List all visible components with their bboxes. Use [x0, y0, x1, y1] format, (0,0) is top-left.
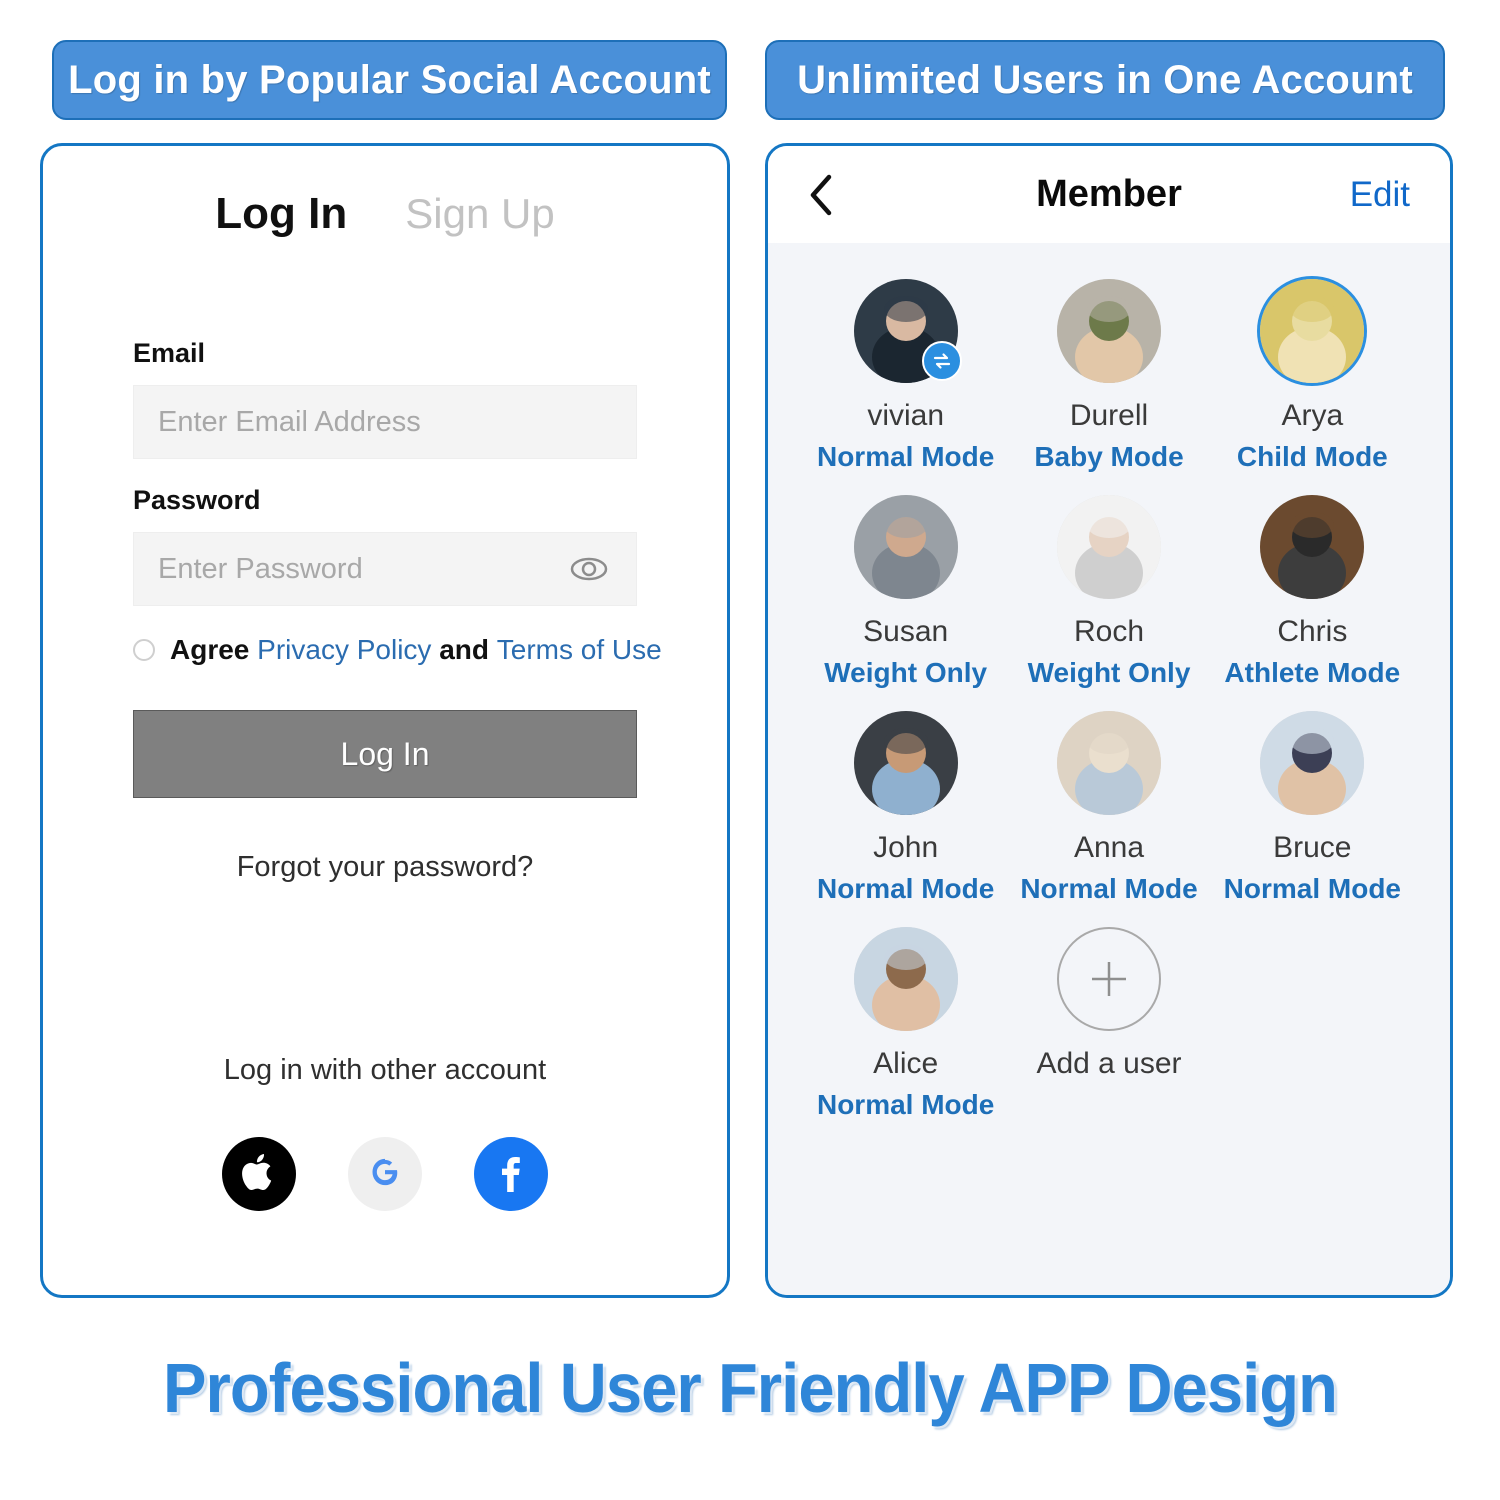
- member-cell[interactable]: Anna Normal Mode: [1007, 703, 1210, 905]
- member-mode: Weight Only: [824, 657, 988, 688]
- member-name: vivian: [867, 399, 945, 432]
- facebook-icon: [491, 1150, 531, 1199]
- password-label: Password: [133, 485, 261, 515]
- google-login-button[interactable]: [348, 1137, 422, 1211]
- member-name: Durell: [1069, 399, 1149, 432]
- avatar-wrap: [853, 927, 958, 1031]
- swap-badge-icon[interactable]: [921, 341, 962, 381]
- member-cell[interactable]: Alice Normal Mode: [804, 919, 1007, 1121]
- page-root: Log in by Popular Social Account Unlimit…: [0, 0, 1500, 1500]
- member-mode: Athlete Mode: [1224, 657, 1401, 688]
- avatar[interactable]: [1056, 279, 1161, 383]
- member-grid: vivian Normal Mode Durell Baby Mode Arya Chil…: [804, 271, 1414, 1121]
- member-mode: Normal Mode: [816, 441, 995, 472]
- forgot-password-link[interactable]: Forgot your password?: [133, 851, 637, 884]
- member-cell[interactable]: Susan Weight Only: [804, 487, 1007, 689]
- member-name: Chris: [1277, 615, 1348, 648]
- other-account-label: Log in with other account: [223, 1054, 547, 1086]
- avatar[interactable]: [1056, 711, 1161, 815]
- member-cell[interactable]: Durell Baby Mode: [1007, 271, 1210, 473]
- apple-icon: [240, 1150, 278, 1199]
- member-mode: Normal Mode: [816, 1089, 995, 1120]
- banner-right-title: Unlimited Users in One Account: [765, 40, 1445, 120]
- member-mode: Child Mode: [1236, 441, 1388, 472]
- member-mode: Weight Only: [1027, 657, 1191, 688]
- member-mode: Normal Mode: [1020, 873, 1198, 904]
- member-name: Susan: [863, 615, 949, 648]
- member-cell[interactable]: Arya Child Mode: [1211, 271, 1414, 473]
- edit-button[interactable]: Edit: [1350, 175, 1410, 215]
- avatar-wrap: [1056, 279, 1161, 383]
- privacy-policy-link[interactable]: Privacy Policy: [257, 634, 431, 665]
- back-chevron-icon[interactable]: [808, 173, 834, 217]
- banner-left-title: Log in by Popular Social Account: [52, 40, 727, 120]
- member-cell[interactable]: Roch Weight Only: [1007, 487, 1210, 689]
- member-header: Member Edit: [768, 146, 1450, 243]
- agree-checkbox[interactable]: [133, 639, 155, 661]
- member-screen-panel: Member Edit vivian Normal Mode Durell Baby …: [765, 143, 1453, 1298]
- email-label: Email: [133, 338, 206, 368]
- apple-login-button[interactable]: [222, 1137, 296, 1211]
- avatar[interactable]: [1260, 711, 1365, 815]
- avatar[interactable]: [1260, 279, 1365, 383]
- tab-sign-up[interactable]: Sign Up: [405, 190, 554, 238]
- member-name: Bruce: [1273, 831, 1352, 864]
- agree-conjunction: and: [431, 634, 497, 665]
- add-user-button[interactable]: [1056, 927, 1161, 1031]
- email-placeholder: Enter Email Address: [158, 405, 421, 438]
- avatar[interactable]: [1056, 495, 1161, 599]
- member-cell[interactable]: vivian Normal Mode: [804, 271, 1007, 473]
- plus-icon: [1091, 962, 1126, 996]
- agree-row[interactable]: Agree Privacy Policy and Terms of Use: [133, 634, 662, 666]
- avatar-wrap: [853, 279, 962, 383]
- member-name: John: [873, 831, 939, 864]
- facebook-login-button[interactable]: [474, 1137, 548, 1211]
- member-mode: Baby Mode: [1034, 441, 1184, 472]
- avatar-wrap: [853, 711, 958, 815]
- page-title: Member: [1036, 173, 1182, 215]
- member-mode: Normal Mode: [1223, 873, 1401, 904]
- avatar[interactable]: [1260, 495, 1365, 599]
- member-name: Alice: [873, 1047, 939, 1080]
- avatar[interactable]: [853, 711, 958, 815]
- tab-log-in[interactable]: Log In: [215, 189, 347, 239]
- member-cell[interactable]: John Normal Mode: [804, 703, 1007, 905]
- member-name: Arya: [1281, 399, 1344, 432]
- avatar[interactable]: [853, 495, 958, 599]
- agree-text: Agree Privacy Policy and Terms of Use: [170, 634, 662, 666]
- login-screen-panel: Log In Sign Up Email Enter Email Address…: [40, 143, 730, 1298]
- add-user-cell[interactable]: Add a user: [1007, 919, 1210, 1121]
- eye-icon[interactable]: [570, 557, 608, 581]
- add-user-label: Add a user: [1036, 1047, 1182, 1080]
- footer-caption: Professional User Friendly APP Design: [163, 1349, 1338, 1427]
- avatar-wrap: [1260, 279, 1365, 383]
- avatar-wrap: [1056, 711, 1161, 815]
- password-placeholder: Enter Password: [158, 552, 363, 585]
- member-cell[interactable]: Chris Athlete Mode: [1211, 487, 1414, 689]
- member-cell[interactable]: Bruce Normal Mode: [1211, 703, 1414, 905]
- avatar-wrap: [1056, 495, 1161, 599]
- email-field[interactable]: Enter Email Address: [133, 385, 637, 459]
- avatar[interactable]: [853, 927, 958, 1031]
- member-name: Roch: [1073, 615, 1145, 648]
- avatar-wrap: [853, 495, 958, 599]
- terms-of-use-link[interactable]: Terms of Use: [497, 634, 662, 665]
- login-form: Log In Sign Up Email Enter Email Address…: [43, 146, 727, 1211]
- member-mode: Normal Mode: [816, 873, 995, 904]
- agree-prefix: Agree: [170, 634, 258, 665]
- log-in-button[interactable]: Log In: [133, 710, 637, 798]
- member-name: Anna: [1073, 831, 1145, 864]
- avatar-wrap: [1260, 495, 1365, 599]
- password-field[interactable]: Enter Password: [133, 532, 637, 606]
- auth-tabs: Log In Sign Up: [133, 146, 637, 239]
- member-body: vivian Normal Mode Durell Baby Mode Arya Chil…: [768, 243, 1450, 1295]
- avatar-wrap: [1260, 711, 1365, 815]
- social-login-row: [133, 1137, 637, 1211]
- google-icon: [365, 1152, 405, 1197]
